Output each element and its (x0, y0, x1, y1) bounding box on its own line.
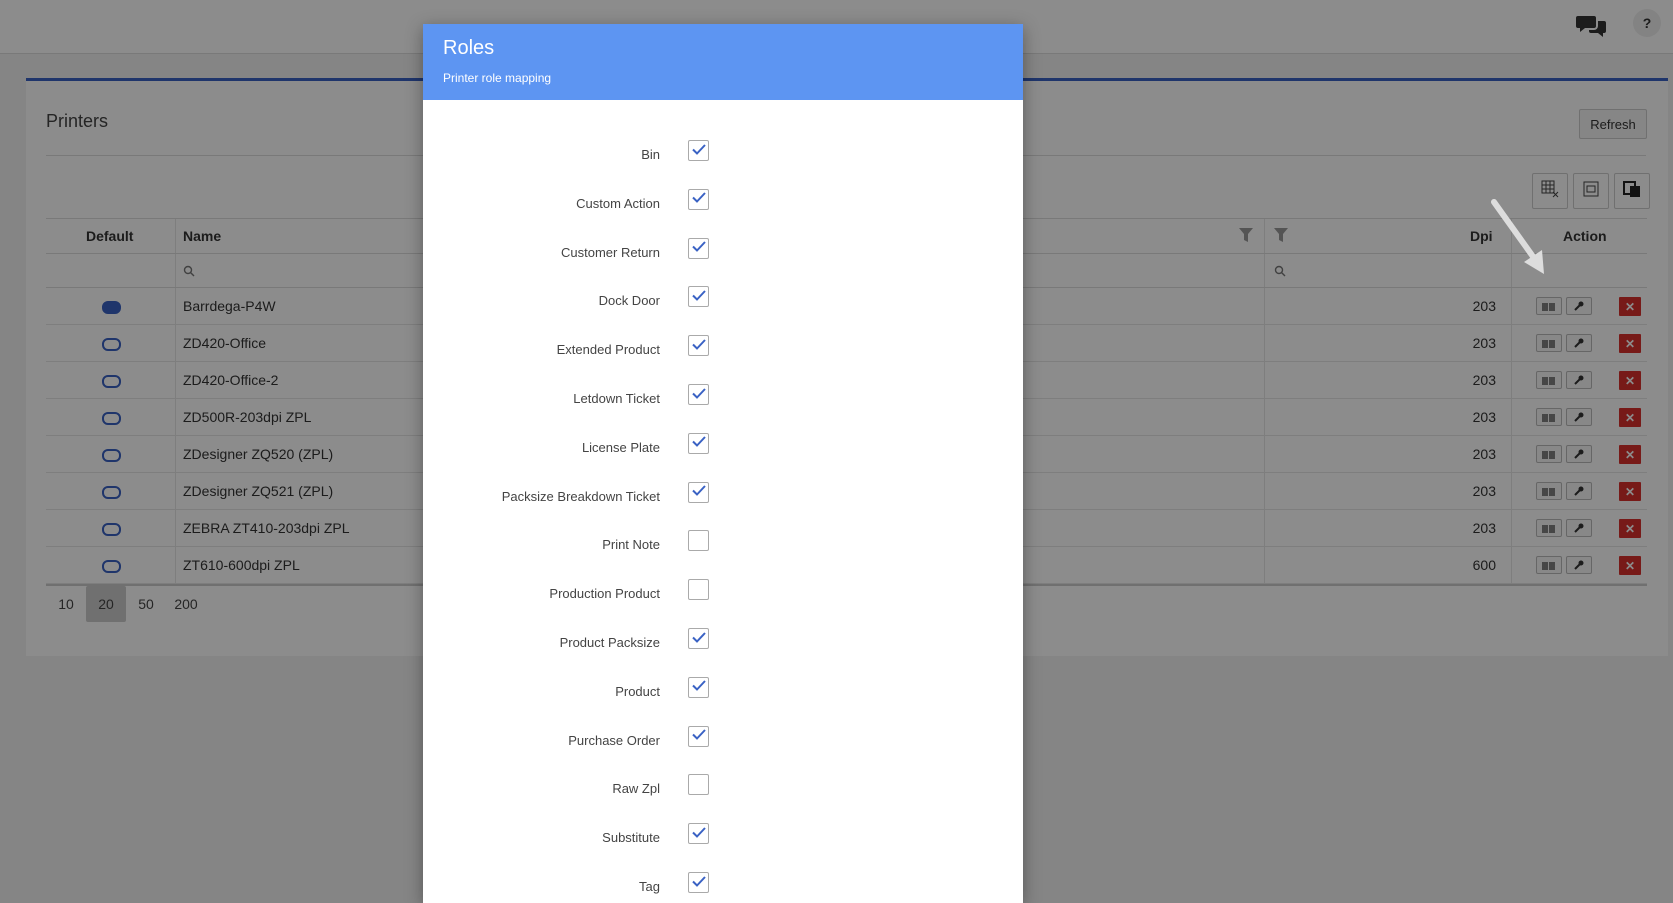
roles-modal: Roles Printer role mapping Bin Custom Act… (423, 24, 1023, 903)
role-row: Production Product (423, 579, 1023, 609)
modal-subtitle: Printer role mapping (443, 71, 552, 85)
role-row: Letdown Ticket (423, 384, 1023, 414)
role-row: Raw Zpl (423, 774, 1023, 804)
check-icon (691, 727, 706, 745)
check-icon (691, 825, 706, 843)
role-row: Purchase Order (423, 725, 1023, 756)
check-icon (691, 337, 706, 355)
check-icon (691, 239, 706, 257)
role-row: Tag (423, 872, 1023, 902)
role-checkbox[interactable] (688, 481, 709, 503)
role-checkbox[interactable] (688, 676, 709, 698)
role-label: Packsize Breakdown Ticket (501, 488, 660, 504)
role-row: Custom Action (423, 188, 1023, 219)
role-checkbox[interactable] (688, 384, 709, 405)
role-checkbox[interactable] (688, 823, 709, 845)
role-row: Customer Return (423, 237, 1023, 268)
role-label: Raw Zpl (612, 781, 660, 797)
role-label: Production Product (549, 586, 660, 602)
check-icon (691, 630, 706, 648)
role-label: Product Packsize (559, 635, 660, 650)
role-row: Substitute (423, 823, 1023, 853)
role-label: Tag (639, 879, 660, 894)
role-checkbox[interactable] (688, 628, 709, 649)
modal-title: Roles (443, 37, 495, 59)
role-label: Letdown Ticket (573, 391, 660, 406)
role-label: Customer Return (561, 244, 660, 260)
check-icon (691, 678, 706, 696)
role-checkbox[interactable] (688, 432, 709, 454)
role-checkbox[interactable] (688, 872, 709, 893)
role-label: Product (615, 683, 660, 699)
check-icon (691, 483, 706, 501)
role-label: Extended Product (556, 342, 660, 358)
role-checkbox[interactable] (688, 237, 709, 259)
role-row: Extended Product (423, 335, 1023, 365)
check-icon (691, 142, 706, 160)
role-label: Bin (641, 147, 660, 162)
role-checkbox[interactable] (688, 188, 709, 210)
check-icon (691, 288, 706, 306)
role-checkbox[interactable] (688, 286, 709, 308)
modal-header: Roles Printer role mapping (423, 24, 1023, 100)
annotation-arrow-icon (1490, 198, 1550, 283)
role-row: Print Note (423, 530, 1023, 560)
role-row: Packsize Breakdown Ticket (423, 481, 1023, 512)
role-checkbox[interactable] (688, 579, 709, 601)
role-row: Bin (423, 140, 1023, 170)
role-label: License Plate (581, 439, 660, 455)
role-checkbox[interactable] (688, 774, 709, 796)
role-row: Dock Door (423, 286, 1023, 316)
role-row: Product Packsize (423, 628, 1023, 658)
check-icon (691, 434, 706, 452)
role-label: Print Note (602, 537, 660, 553)
role-checkbox[interactable] (688, 140, 709, 161)
role-label: Dock Door (598, 293, 660, 309)
role-row: License Plate (423, 432, 1023, 463)
check-icon (691, 386, 706, 404)
check-icon (691, 190, 706, 208)
role-checkbox[interactable] (688, 335, 709, 357)
role-checkbox[interactable] (688, 530, 709, 552)
role-label: Substitute (602, 830, 660, 846)
role-label: Custom Action (576, 195, 660, 211)
role-label: Purchase Order (568, 732, 660, 748)
role-row: Product (423, 676, 1023, 707)
check-icon (691, 874, 706, 892)
role-checkbox[interactable] (688, 725, 709, 747)
